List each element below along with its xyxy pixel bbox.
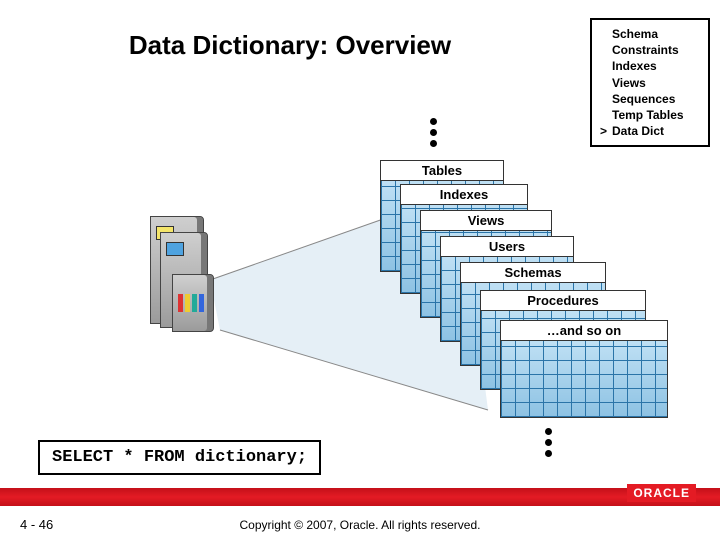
ellipsis-icon — [545, 428, 552, 457]
stack-label: …and so on — [501, 321, 667, 341]
oracle-logo-text: ORACLE — [627, 484, 696, 502]
topic-menu: Schema Constraints Indexes Views Sequenc… — [590, 18, 710, 147]
menu-item-constraints: Constraints — [600, 42, 700, 58]
menu-item-schema: Schema — [600, 26, 700, 42]
stack-label: Schemas — [461, 263, 605, 283]
menu-item-indexes: Indexes — [600, 58, 700, 74]
oracle-logo: ORACLE — [627, 484, 696, 502]
copyright-text: Copyright © 2007, Oracle. All rights res… — [0, 518, 720, 532]
stack-label: Views — [421, 211, 551, 231]
menu-item-data-dict: >Data Dict — [600, 123, 700, 139]
slide: Data Dictionary: Overview Schema Constra… — [0, 0, 720, 540]
color-stripes-icon — [178, 294, 204, 312]
ellipsis-icon — [430, 118, 437, 147]
book-icon — [172, 274, 214, 332]
page-title: Data Dictionary: Overview — [0, 30, 580, 61]
menu-item-sequences: Sequences — [600, 91, 700, 107]
stack-label: Procedures — [481, 291, 645, 311]
stack-label: Indexes — [401, 185, 527, 205]
grid-icon — [501, 341, 667, 417]
menu-item-views: Views — [600, 75, 700, 91]
stack-and-so-on: …and so on — [500, 320, 668, 418]
stack-label: Tables — [381, 161, 503, 181]
footer-bar — [0, 488, 720, 506]
stack-label: Users — [441, 237, 573, 257]
menu-item-temp-tables: Temp Tables — [600, 107, 700, 123]
sql-query-box: SELECT * FROM dictionary; — [38, 440, 321, 475]
